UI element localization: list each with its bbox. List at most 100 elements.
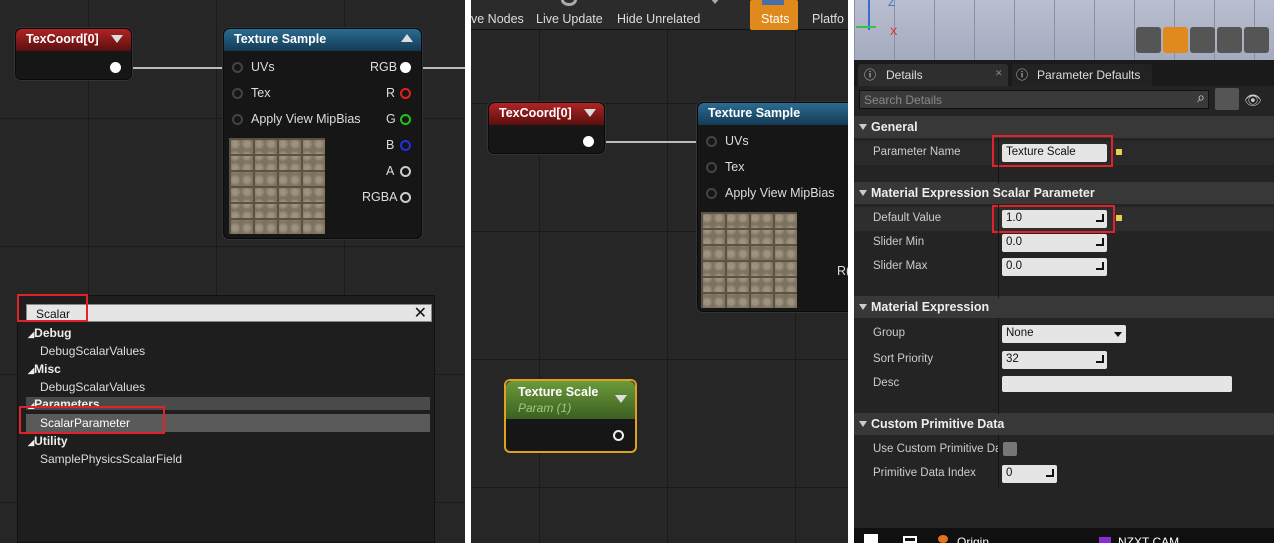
- material-graph-left: TexCoord[0] Texture Sample UVs Tex Apply…: [0, 0, 465, 543]
- input-pin-uvs[interactable]: [232, 62, 243, 73]
- toolbar-hide-unrelated[interactable]: Hide Unrelated: [617, 12, 700, 26]
- list-item[interactable]: DebugScalarValues: [40, 380, 145, 394]
- details-panel: Z X ⓘ Details ✕ ⓘ Parameter Defaults Sea…: [854, 0, 1274, 543]
- live-update-icon: [561, 0, 577, 6]
- stats-icon: [762, 0, 784, 5]
- output-pin-rgb[interactable]: [400, 62, 411, 73]
- windows-icon[interactable]: [864, 534, 878, 543]
- output-pin-g[interactable]: [400, 114, 411, 125]
- close-icon[interactable]: ✕: [414, 303, 427, 323]
- column-divider: [998, 204, 999, 298]
- output-pin[interactable]: [110, 62, 121, 73]
- input-label: UVs: [725, 134, 749, 148]
- input-pin-tex[interactable]: [232, 88, 243, 99]
- input-label: Apply View MipBias: [251, 112, 361, 126]
- cube-preview-icon[interactable]: [1217, 27, 1242, 53]
- dropdown-value: None: [1006, 327, 1034, 339]
- highlight-default-value: [992, 205, 1115, 233]
- output-label: RGB: [370, 60, 398, 74]
- collapse-arrow-icon[interactable]: [111, 35, 123, 43]
- plane-preview-icon[interactable]: [1190, 27, 1215, 53]
- toolbar-platform[interactable]: Platfo: [812, 12, 844, 26]
- section-material-expression[interactable]: Material Expression: [854, 296, 1274, 318]
- category-utility[interactable]: ◢Utility: [28, 434, 68, 448]
- eye-icon[interactable]: 👁: [1244, 92, 1262, 109]
- taskbar-origin[interactable]: Origin: [957, 535, 989, 543]
- task-view-icon[interactable]: [903, 536, 917, 543]
- custom-mesh-icon[interactable]: [1244, 27, 1269, 53]
- desc-field[interactable]: [1002, 376, 1232, 392]
- category-debug[interactable]: ◢Debug: [28, 326, 72, 340]
- section-scalar-parameter[interactable]: Material Expression Scalar Parameter: [854, 182, 1274, 204]
- connection-wire: [598, 141, 698, 143]
- category-misc[interactable]: ◢Misc: [28, 362, 61, 376]
- texcoord-node[interactable]: TexCoord[0]: [488, 102, 605, 154]
- texture-preview: [701, 212, 797, 308]
- collapse-arrow-icon[interactable]: [584, 109, 596, 117]
- output-pin-r[interactable]: [400, 88, 411, 99]
- highlight-parameter-name: [992, 135, 1113, 167]
- field-value: 0.0: [1006, 260, 1022, 272]
- reset-icon[interactable]: [1116, 215, 1122, 221]
- tab-parameter-defaults[interactable]: ⓘ Parameter Defaults: [1012, 64, 1152, 86]
- axis-x-label: X: [890, 26, 898, 38]
- sort-priority-field[interactable]: 32: [1002, 351, 1107, 369]
- list-item[interactable]: DebugScalarValues: [40, 344, 145, 358]
- output-pin-a[interactable]: [400, 166, 411, 177]
- stats-button[interactable]: Stats: [750, 0, 798, 30]
- output-label: RGBA: [362, 190, 398, 204]
- slider-max-field[interactable]: 0.0: [1002, 258, 1107, 276]
- toolbar-save-nodes[interactable]: ve Nodes: [471, 12, 524, 26]
- input-pin-tex[interactable]: [706, 162, 717, 173]
- spin-icon[interactable]: [1096, 262, 1104, 270]
- property-label: Primitive Data Index: [873, 467, 976, 479]
- field-value: 32: [1006, 353, 1019, 365]
- input-pin-mipbias[interactable]: [232, 114, 243, 125]
- use-custom-checkbox[interactable]: [1003, 442, 1017, 456]
- axis-gizmo-x: [856, 26, 876, 28]
- dropdown-arrow-icon[interactable]: [710, 0, 720, 4]
- group-dropdown[interactable]: None: [1002, 325, 1126, 343]
- collapse-arrow-icon[interactable]: [615, 395, 627, 403]
- output-pin-b[interactable]: [400, 140, 411, 151]
- graph-toolbar: ve Nodes Live Update Hide Unrelated Stat…: [471, 0, 848, 30]
- taskbar-nzxt[interactable]: NZXT CAM: [1118, 535, 1179, 543]
- field-value: 0.0: [1006, 236, 1022, 248]
- spin-icon[interactable]: [1096, 238, 1104, 246]
- collapse-arrow-icon[interactable]: [401, 34, 413, 42]
- output-pin[interactable]: [613, 430, 624, 441]
- field-value: 0: [1006, 467, 1013, 479]
- output-label: R: [386, 86, 396, 100]
- reset-icon[interactable]: [1116, 149, 1122, 155]
- texture-sample-node[interactable]: Texture Sample UVs Tex Apply View MipBia…: [697, 102, 848, 312]
- column-divider: [998, 435, 999, 487]
- primitive-index-field[interactable]: 0: [1002, 465, 1057, 483]
- axis-z-label: Z: [888, 0, 895, 9]
- output-pin-rgba[interactable]: [400, 192, 411, 203]
- texcoord-node[interactable]: TexCoord[0]: [15, 28, 132, 80]
- close-tab-icon[interactable]: ✕: [995, 68, 1003, 79]
- input-label: Apply View MipBias: [725, 186, 835, 200]
- tab-details[interactable]: ⓘ Details ✕: [858, 64, 1008, 86]
- toolbar-live-update[interactable]: Live Update: [536, 12, 603, 26]
- scalar-param-node[interactable]: Texture Scale Param (1): [504, 379, 637, 453]
- input-pin-mipbias[interactable]: [706, 188, 717, 199]
- info-icon: ⓘ: [864, 68, 877, 82]
- sphere-preview-icon[interactable]: [1163, 27, 1188, 53]
- info-icon: ⓘ: [1016, 68, 1029, 82]
- tab-bar: ⓘ Details ✕ ⓘ Parameter Defaults: [854, 60, 1274, 86]
- spin-icon[interactable]: [1046, 469, 1054, 477]
- input-pin-uvs[interactable]: [706, 136, 717, 147]
- output-pin[interactable]: [583, 136, 594, 147]
- slider-min-field[interactable]: 0.0: [1002, 234, 1107, 252]
- highlight-scalar-parameter: [19, 406, 165, 434]
- cylinder-preview-icon[interactable]: [1136, 27, 1161, 53]
- origin-icon: [938, 535, 948, 543]
- view-options-icon[interactable]: [1215, 88, 1239, 110]
- section-custom-primitive-data[interactable]: Custom Primitive Data: [854, 413, 1274, 435]
- list-item[interactable]: SamplePhysicsScalarField: [40, 452, 182, 466]
- spin-icon[interactable]: [1096, 355, 1104, 363]
- details-search[interactable]: Search Details ⌕: [859, 89, 1209, 109]
- texture-sample-node[interactable]: Texture Sample UVs Tex Apply View MipBia…: [223, 28, 422, 239]
- texture-preview: [229, 138, 325, 234]
